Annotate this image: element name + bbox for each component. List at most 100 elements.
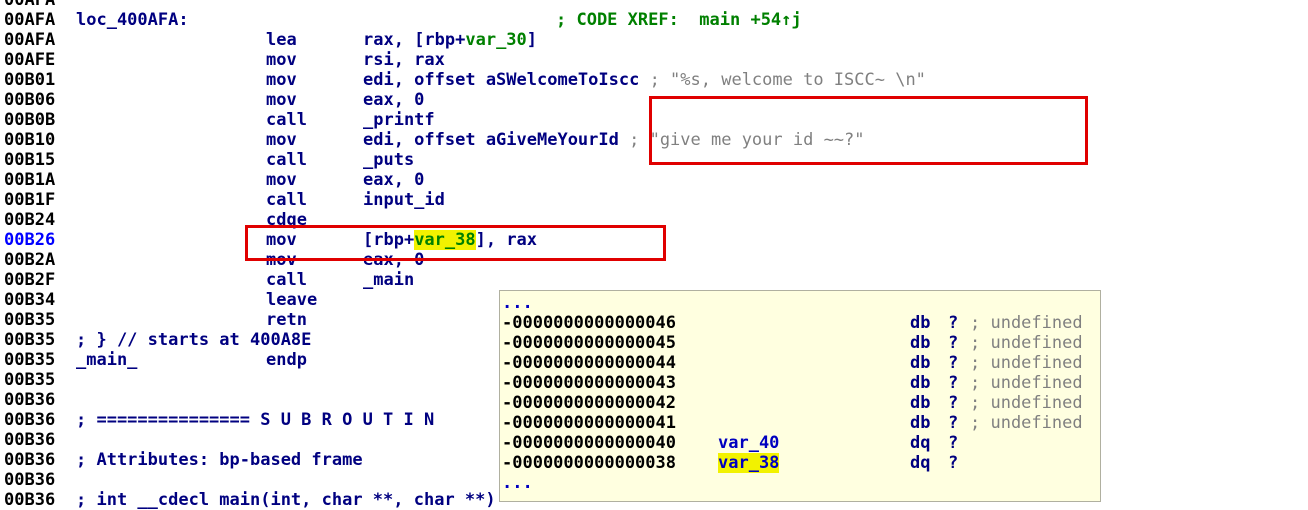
stack-offset: -0000000000000041 bbox=[502, 413, 676, 433]
stack-frame-row: -0000000000000040 var_40 dq? bbox=[502, 433, 958, 453]
address: 00B2A bbox=[4, 250, 56, 270]
mnemonic: call bbox=[266, 190, 307, 210]
stack-frame-row: -0000000000000038 var_38 dq? bbox=[502, 453, 958, 473]
stack-var-name: var_40 bbox=[718, 433, 780, 453]
operands[interactable]: eax, 0 bbox=[363, 90, 424, 110]
address: 00B36 bbox=[4, 450, 56, 470]
address: 00B1A bbox=[4, 170, 56, 190]
address: 00B06 bbox=[4, 90, 56, 110]
code-label: ; Attributes: bp-based frame bbox=[76, 450, 363, 470]
operand-prefix: rax, [rbp+ bbox=[363, 30, 466, 50]
data-type: dq bbox=[910, 433, 931, 453]
operand-text[interactable]: _printf bbox=[363, 110, 435, 130]
address: 00B10 bbox=[4, 130, 56, 150]
operands[interactable]: edi, offset aSWelcomeToIscc ; "%s, welco… bbox=[363, 70, 926, 90]
address: 00B36 bbox=[4, 390, 56, 410]
mnemonic: leave bbox=[266, 290, 318, 310]
stack-offset: -0000000000000038 bbox=[502, 453, 676, 473]
operands[interactable]: _main bbox=[363, 270, 414, 290]
mnemonic: endp bbox=[266, 350, 307, 370]
operands[interactable]: input_id bbox=[363, 190, 445, 210]
operands[interactable]: rsi, rax bbox=[363, 50, 445, 70]
address: 00B35 bbox=[4, 330, 56, 350]
address: 00B1F bbox=[4, 190, 56, 210]
stack-frame-row: -0000000000000044 db? ; undefined bbox=[502, 353, 1083, 373]
stack-frame-row: -0000000000000045 db? ; undefined bbox=[502, 333, 1083, 353]
stack-offset: -0000000000000045 bbox=[502, 333, 676, 353]
address: 00B24 bbox=[4, 210, 56, 230]
code-label: loc_400AFA: bbox=[76, 10, 189, 30]
address: 00B36 bbox=[4, 490, 56, 510]
operand-text[interactable]: rsi, rax bbox=[363, 50, 445, 70]
code-label: ; } // starts at 400A8E bbox=[76, 330, 312, 350]
operand-text[interactable]: input_id bbox=[363, 190, 445, 210]
data-type: db bbox=[910, 353, 931, 373]
code-label: ; int __cdecl main(int, char **, char **… bbox=[76, 490, 496, 510]
tooltip-header-ellipsis: ... bbox=[502, 293, 533, 313]
data-type: dq bbox=[910, 453, 931, 473]
mnemonic: retn bbox=[266, 310, 307, 330]
address: 00B36 bbox=[4, 430, 56, 450]
operand-text[interactable]: _main bbox=[363, 270, 414, 290]
string-comment: ; "%s, welcome to ISCC~ \n" bbox=[639, 70, 926, 90]
operand-text[interactable]: _puts bbox=[363, 150, 414, 170]
data-type: db bbox=[910, 413, 931, 433]
stack-var-name: var_38 bbox=[718, 453, 780, 473]
undefined-comment: ; undefined bbox=[970, 373, 1083, 393]
stack-offset: -0000000000000040 bbox=[502, 433, 676, 453]
data-type: db bbox=[910, 313, 931, 333]
address: 00AFA bbox=[4, 30, 56, 50]
undefined-comment: ; undefined bbox=[970, 313, 1083, 333]
operand-text[interactable]: eax, 0 bbox=[363, 90, 424, 110]
undefined-value: ? bbox=[948, 333, 959, 353]
address: 00B2F bbox=[4, 270, 56, 290]
mnemonic: mov bbox=[266, 70, 297, 90]
undefined-value: ? bbox=[948, 313, 959, 333]
undefined-value: ? bbox=[948, 353, 959, 373]
mnemonic: mov bbox=[266, 130, 297, 150]
undefined-value: ? bbox=[948, 413, 959, 433]
operands[interactable]: _puts bbox=[363, 150, 414, 170]
stack-offset: -0000000000000042 bbox=[502, 393, 676, 413]
operands[interactable]: _printf bbox=[363, 110, 435, 130]
operand-text[interactable]: edi, offset aGiveMeYourId bbox=[363, 130, 619, 150]
mnemonic: mov bbox=[266, 90, 297, 110]
address: 00B34 bbox=[4, 290, 56, 310]
address: 00B35 bbox=[4, 370, 56, 390]
undefined-value: ? bbox=[948, 393, 959, 413]
stack-frame-row: -0000000000000046 db? ; undefined bbox=[502, 313, 1083, 333]
operands[interactable]: eax, 0 bbox=[363, 170, 424, 190]
address: 00B26 bbox=[4, 230, 56, 250]
stack-offset: -0000000000000046 bbox=[502, 313, 676, 333]
undefined-comment: ; undefined bbox=[970, 333, 1083, 353]
operand-suffix: ] bbox=[526, 30, 538, 50]
undefined-value: ? bbox=[948, 433, 959, 453]
mnemonic: call bbox=[266, 150, 307, 170]
mnemonic: lea bbox=[266, 30, 297, 50]
mnemonic: mov bbox=[266, 50, 297, 70]
address: 00AFA bbox=[4, 0, 56, 10]
data-type: db bbox=[910, 373, 931, 393]
stack-offset: -0000000000000043 bbox=[502, 373, 676, 393]
red-annotation-box-string bbox=[649, 96, 1088, 165]
mnemonic: call bbox=[266, 110, 307, 130]
address: 00B15 bbox=[4, 150, 56, 170]
operand-text[interactable]: eax, 0 bbox=[363, 170, 424, 190]
address: 00B0B bbox=[4, 110, 56, 130]
undefined-comment: ; undefined bbox=[970, 353, 1083, 373]
address: 00AFE bbox=[4, 50, 56, 70]
stack-variable[interactable]: var_30 bbox=[465, 30, 526, 50]
code-label: _main_ bbox=[76, 350, 138, 370]
undefined-value: ? bbox=[948, 373, 959, 393]
xref-comment[interactable]: ; CODE XREF: main +54↑j bbox=[556, 10, 802, 30]
address: 00AFA bbox=[4, 10, 56, 30]
mnemonic: mov bbox=[266, 170, 297, 190]
data-type: db bbox=[910, 393, 931, 413]
address: 00B01 bbox=[4, 70, 56, 90]
operand-text[interactable]: edi, offset aSWelcomeToIscc bbox=[363, 70, 639, 90]
operands[interactable]: rax, [rbp+var_30] bbox=[363, 30, 537, 50]
code-label: ; =============== S U B R O U T I N bbox=[76, 410, 435, 430]
address: 00B36 bbox=[4, 470, 56, 490]
address: 00B35 bbox=[4, 310, 56, 330]
undefined-value: ? bbox=[948, 453, 959, 473]
